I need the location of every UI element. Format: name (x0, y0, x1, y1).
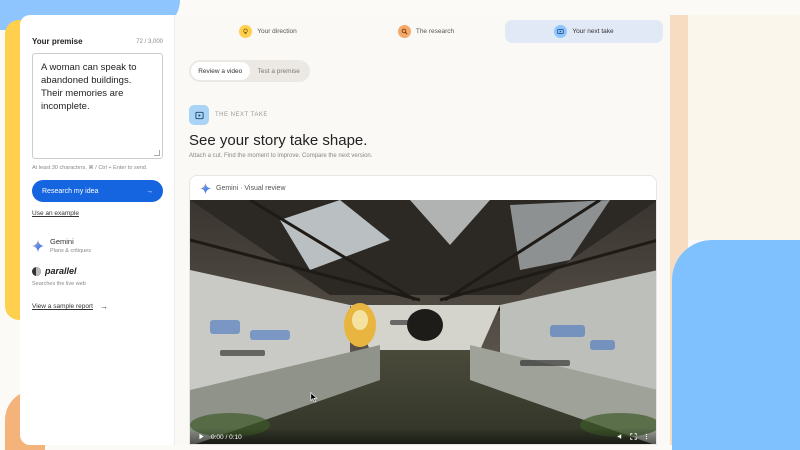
mouse-cursor-icon (310, 392, 318, 403)
play-square-icon (189, 105, 209, 125)
card-header-label: Gemini · Visual review (216, 184, 286, 192)
main-panel: Your direction The research Your next ta… (175, 15, 670, 445)
premise-text: A woman can speak to abandoned buildings… (41, 62, 137, 112)
visual-review-card: Gemini · Visual review 0:00 / 0:10 (189, 175, 657, 445)
lightbulb-icon (239, 25, 253, 38)
parallel-provider: parallel (32, 266, 77, 276)
card-header: Gemini · Visual review (190, 176, 656, 200)
mode-toggle: Review a video Test a premise (189, 60, 310, 82)
tab-test-premise[interactable]: Test a premise (250, 62, 309, 80)
decor-cream-right (688, 15, 800, 240)
volume-icon[interactable] (617, 433, 624, 442)
decor-blue-right (672, 240, 800, 450)
section-eyebrow: THE NEXT TAKE (215, 112, 268, 118)
sidebar: Your premise 72 / 3,000 A woman can spea… (20, 15, 175, 445)
video-player[interactable]: 0:00 / 0:10 (190, 200, 656, 444)
page-subtitle: Attach a cut. Find the moment to improve… (189, 153, 373, 159)
parallel-subtitle: Searches the live web (32, 281, 86, 287)
gemini-subtitle: Plans & critiques (50, 248, 91, 254)
video-icon (554, 25, 568, 38)
arrow-right-icon: → (146, 187, 153, 195)
step-the-research[interactable]: The research (347, 20, 505, 43)
gemini-name: Gemini (50, 237, 74, 246)
video-controls: 0:00 / 0:10 (190, 428, 656, 444)
more-options-icon[interactable] (643, 433, 650, 442)
tab-review-video[interactable]: Review a video (191, 62, 250, 80)
gemini-star-icon (32, 240, 44, 252)
step-label: The research (415, 28, 455, 35)
parallel-name: parallel (45, 266, 77, 276)
fullscreen-icon[interactable] (630, 432, 637, 442)
search-icon (397, 25, 411, 38)
premise-label: Your premise (32, 37, 83, 46)
premise-header: Your premise 72 / 3,000 (32, 37, 163, 46)
resize-handle[interactable] (154, 150, 160, 156)
gemini-star-icon (200, 182, 211, 194)
sample-report-link[interactable]: View a sample report (32, 303, 93, 310)
premise-textarea[interactable]: A woman can speak to abandoned buildings… (32, 53, 163, 159)
step-label: Your next take (572, 28, 614, 35)
research-button[interactable]: Research my idea → (32, 180, 163, 202)
premise-hint: At least 30 characters. ⌘ / Ctrl + Enter… (32, 165, 148, 171)
arrow-right-icon[interactable]: → (100, 302, 108, 311)
video-time: 0:00 / 0:10 (211, 433, 242, 441)
gemini-provider: Gemini Plans & critiques (32, 237, 91, 254)
video-frame (190, 200, 656, 444)
use-example-link[interactable]: Use an example (32, 210, 79, 217)
page-title: See your story take shape. (189, 132, 368, 149)
step-your-direction[interactable]: Your direction (189, 20, 347, 43)
premise-char-count: 72 / 3,000 (136, 38, 163, 45)
research-button-label: Research my idea (42, 187, 99, 195)
play-icon[interactable] (198, 433, 205, 442)
step-label: Your direction (257, 28, 297, 35)
parallel-logo-icon (32, 266, 41, 276)
step-your-next-take[interactable]: Your next take (505, 20, 663, 43)
step-tabs: Your direction The research Your next ta… (189, 20, 663, 43)
